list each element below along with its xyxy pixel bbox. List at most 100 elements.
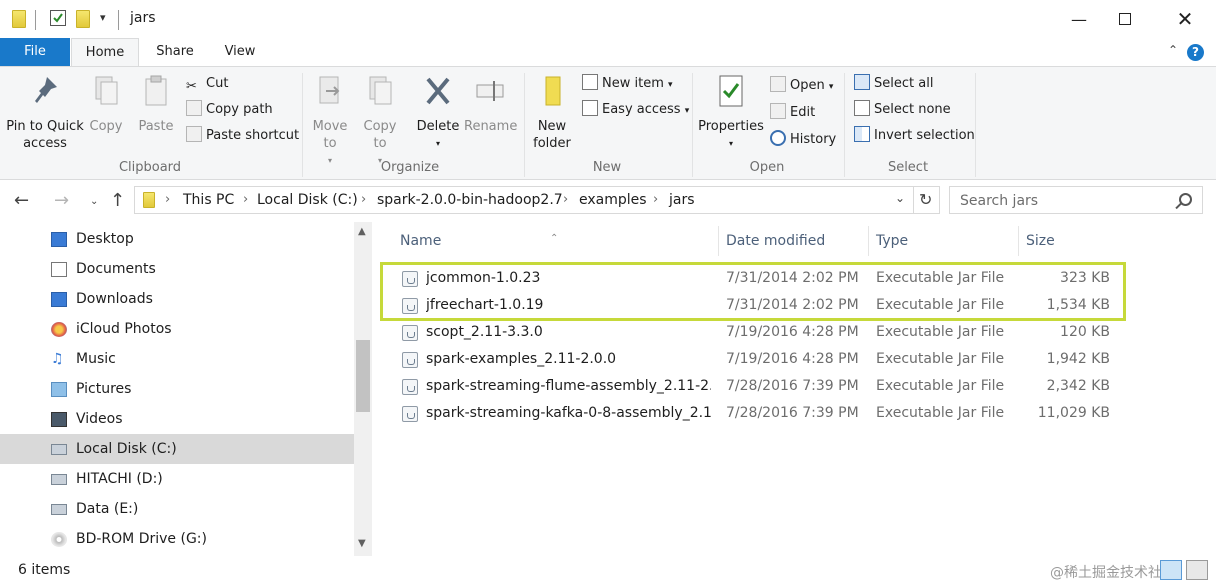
chevron-right-icon[interactable]: › (653, 192, 658, 207)
drive-icon (51, 474, 67, 485)
file-name: scopt_2.11-3.3.0 (426, 324, 543, 340)
chevron-down-icon[interactable]: ⌄ (895, 191, 905, 205)
recent-locations-icon[interactable]: ⌄ (90, 196, 98, 207)
nav-item-label: Pictures (76, 381, 132, 397)
new-folder-icon[interactable] (76, 10, 90, 28)
details-view-button[interactable] (1160, 560, 1182, 580)
properties-icon (719, 75, 743, 107)
copy-to-button[interactable]: Copy to ▾ (360, 73, 400, 169)
tab-file[interactable]: File (0, 38, 70, 66)
invert-selection-button[interactable]: Invert selection (854, 125, 975, 147)
copy-path-button[interactable]: Copy path (186, 99, 273, 121)
chevron-right-icon[interactable]: › (165, 192, 170, 207)
new-folder-button[interactable]: New folder (530, 73, 574, 152)
icloud-photos-icon (51, 322, 67, 337)
file-row[interactable]: spark-streaming-flume-assembly_2.11-2...… (380, 373, 1216, 400)
breadcrumb-jars[interactable]: jars (669, 192, 695, 208)
sort-ascending-icon: ⌃ (550, 233, 559, 244)
tab-home[interactable]: Home (71, 38, 139, 66)
paste-shortcut-button[interactable]: Paste shortcut (186, 125, 299, 147)
properties-button[interactable]: Properties ▾ (698, 73, 764, 152)
nav-scrollbar[interactable]: ▲ ▼ (354, 222, 372, 556)
nav-item-label: Data (E:) (76, 501, 139, 517)
file-name: spark-streaming-kafka-0-8-assembly_2.1..… (426, 405, 711, 421)
breadcrumb-this-pc[interactable]: This PC (183, 192, 234, 208)
close-button[interactable]: ✕ (1162, 0, 1208, 38)
nav-item-hitachi[interactable]: HITACHI (D:) (0, 464, 354, 494)
search-icon[interactable] (1179, 193, 1192, 206)
chevron-up-icon[interactable]: ⌃ (1168, 43, 1178, 57)
column-header-date[interactable]: Date modified (706, 222, 856, 258)
search-box[interactable]: Search jars (949, 186, 1203, 214)
select-none-button[interactable]: Select none (854, 99, 951, 121)
scroll-up-icon[interactable]: ▲ (358, 226, 366, 237)
minimize-button[interactable]: — (1056, 0, 1102, 38)
column-header-type[interactable]: Type (856, 222, 1006, 258)
nav-item-documents[interactable]: Documents (0, 254, 354, 284)
chevron-right-icon[interactable]: › (243, 192, 248, 207)
delete-button[interactable]: Delete ▾ (416, 73, 460, 152)
file-row[interactable]: scopt_2.11-3.3.0 7/19/2016 4:28 PM Execu… (380, 319, 1216, 346)
history-label: History (790, 132, 837, 147)
breadcrumb-examples[interactable]: examples (579, 192, 647, 208)
nav-item-desktop[interactable]: Desktop (0, 224, 354, 254)
nav-item-local-disk[interactable]: Local Disk (C:) (0, 434, 354, 464)
file-row[interactable]: spark-streaming-kafka-0-8-assembly_2.1..… (380, 400, 1216, 427)
navigation-pane: Desktop Documents Downloads iCloud Photo… (0, 222, 372, 556)
search-input[interactable]: Search jars (960, 193, 1038, 209)
cut-button[interactable]: ✂ Cut (186, 73, 228, 95)
copy-button[interactable]: Copy (86, 73, 126, 135)
new-group-label: New (592, 160, 622, 175)
paste-button[interactable]: Paste (136, 73, 176, 135)
history-button[interactable]: History (770, 129, 836, 151)
watermark: @稀土掘金技术社区 (1050, 565, 1176, 581)
scroll-down-icon[interactable]: ▼ (358, 538, 366, 549)
nav-item-data[interactable]: Data (E:) (0, 494, 354, 524)
nav-item-label: BD-ROM Drive (G:) (76, 531, 207, 547)
nav-item-downloads[interactable]: Downloads (0, 284, 354, 314)
nav-item-label: iCloud Photos (76, 321, 172, 337)
pin-icon (35, 77, 57, 103)
delete-icon (426, 77, 450, 105)
back-arrow-icon[interactable]: ← (14, 190, 29, 211)
tab-view[interactable]: View (215, 38, 265, 66)
scrollbar-thumb[interactable] (356, 340, 370, 412)
help-icon[interactable]: ? (1187, 44, 1204, 61)
chevron-down-icon: ▾ (828, 82, 834, 92)
column-header-name[interactable]: Name ⌃ (380, 222, 718, 258)
easy-access-button[interactable]: Easy access ▾ (582, 99, 689, 121)
column-header-size[interactable]: Size (1006, 222, 1126, 258)
nav-item-bd-rom[interactable]: BD-ROM Drive (G:) (0, 524, 354, 554)
nav-item-label: Documents (76, 261, 156, 277)
tab-share[interactable]: Share (150, 38, 200, 66)
nav-item-music[interactable]: ♫ Music (0, 344, 354, 374)
edit-label: Edit (790, 105, 816, 120)
breadcrumb-spark[interactable]: spark-2.0.0-bin-hadoop2.7 (377, 192, 563, 208)
select-all-button[interactable]: Select all (854, 73, 933, 95)
file-row[interactable]: spark-examples_2.11-2.0.0 7/19/2016 4:28… (380, 346, 1216, 373)
chevron-down-icon: ▾ (684, 106, 690, 116)
jar-file-icon (402, 406, 418, 422)
properties-icon[interactable] (50, 10, 66, 26)
nav-item-icloud-photos[interactable]: iCloud Photos (0, 314, 354, 344)
maximize-button[interactable] (1102, 0, 1148, 38)
edit-button[interactable]: Edit (770, 102, 815, 124)
large-icons-view-button[interactable] (1186, 560, 1208, 580)
move-to-button[interactable]: Move to ▾ (310, 73, 350, 169)
customize-qat-icon[interactable]: ▾ (100, 11, 106, 24)
file-size: 120 KB (1060, 324, 1110, 340)
open-button[interactable]: Open ▾ (770, 75, 833, 97)
chevron-right-icon[interactable]: › (361, 192, 366, 207)
pin-to-quick-access-button[interactable]: Pin to Quick access (6, 73, 84, 152)
nav-item-videos[interactable]: Videos (0, 404, 354, 434)
nav-item-pictures[interactable]: Pictures (0, 374, 354, 404)
chevron-right-icon[interactable]: › (563, 192, 568, 207)
address-bar[interactable]: › This PC › Local Disk (C:) › spark-2.0.… (134, 186, 940, 214)
refresh-icon[interactable]: ↻ (919, 190, 932, 209)
breadcrumb-local-disk[interactable]: Local Disk (C:) (257, 192, 358, 208)
up-arrow-icon[interactable]: ↑ (110, 190, 125, 211)
new-item-button[interactable]: New item ▾ (582, 73, 673, 95)
paste-shortcut-label: Paste shortcut (206, 128, 300, 143)
forward-arrow-icon[interactable]: → (54, 190, 69, 211)
rename-button[interactable]: Rename (464, 73, 517, 135)
